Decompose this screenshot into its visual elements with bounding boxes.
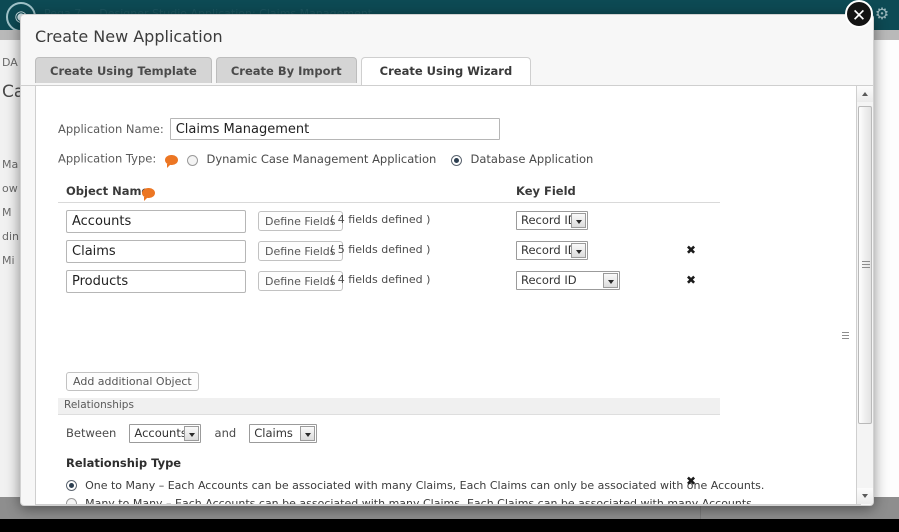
relationships-panel-title: Relationships bbox=[58, 398, 720, 415]
object-table-header: Object Name Key Field bbox=[58, 182, 720, 203]
scroll-up-arrow-icon[interactable] bbox=[857, 86, 873, 102]
object-row: Define Fields ( 4 fields defined ) Recor… bbox=[58, 210, 720, 236]
wizard-content-inner: Application Name: Application Type: Dyna… bbox=[36, 86, 849, 504]
chevron-down-icon bbox=[603, 273, 618, 288]
scroll-down-arrow-icon[interactable] bbox=[857, 488, 873, 504]
scroll-thumb[interactable] bbox=[858, 106, 872, 424]
application-name-input[interactable] bbox=[169, 118, 500, 140]
tab-bar: Create Using Template Create By Import C… bbox=[35, 57, 873, 85]
delete-object-button-products[interactable]: ✖ bbox=[686, 273, 696, 287]
tab-create-by-import[interactable]: Create By Import bbox=[215, 57, 357, 83]
delete-object-button-claims[interactable]: ✖ bbox=[686, 243, 696, 257]
gear-icon[interactable]: ⚙ bbox=[873, 5, 891, 23]
relationship-right-object-value-1: Claims bbox=[254, 426, 293, 440]
object-row: Define Fields ( 5 fields defined ) Recor… bbox=[58, 240, 720, 266]
relationship-type-option: One to Many – Each Accounts can be assoc… bbox=[66, 474, 764, 492]
key-field-value-accounts: Record ID bbox=[521, 213, 577, 227]
object-row: Define Fields ( 4 fields defined ) Recor… bbox=[58, 270, 720, 296]
screen-bottom-letterbox bbox=[0, 519, 899, 532]
and-label: and bbox=[214, 425, 237, 440]
delete-relationship-button-1[interactable]: ✖ bbox=[686, 474, 696, 488]
chevron-down-icon bbox=[571, 243, 586, 258]
radio-label-many-to-many-1: Many to Many – Each Accounts can be asso… bbox=[85, 497, 756, 505]
key-field-select-accounts[interactable]: Record ID bbox=[516, 211, 588, 230]
radio-one-to-many-1[interactable] bbox=[66, 480, 77, 491]
add-additional-object-button[interactable]: Add additional Object bbox=[66, 372, 199, 391]
radio-label-dynamic-case-management: Dynamic Case Management Application bbox=[206, 151, 437, 166]
object-name-input-accounts[interactable] bbox=[66, 210, 246, 233]
tab-create-using-wizard[interactable]: Create Using Wizard bbox=[360, 57, 532, 85]
radio-label-database-application: Database Application bbox=[470, 151, 594, 166]
create-new-application-dialog: Create New Application Create Using Temp… bbox=[20, 14, 874, 506]
between-label: Between bbox=[66, 425, 117, 440]
relationship-type-block-1: Relationship Type One to Many – Each Acc… bbox=[66, 456, 764, 504]
relationships-panel-title-text: Relationships bbox=[64, 399, 134, 411]
radio-database-application[interactable] bbox=[451, 155, 463, 166]
key-field-select-claims[interactable]: Record ID bbox=[516, 241, 588, 260]
chevron-down-icon bbox=[300, 426, 316, 441]
key-field-value-claims: Record ID bbox=[521, 243, 577, 257]
object-name-input-products[interactable] bbox=[66, 270, 246, 293]
close-icon[interactable]: ✕ bbox=[845, 0, 873, 28]
relationship-type-label-1: Relationship Type bbox=[66, 456, 182, 470]
help-bubble-icon[interactable] bbox=[142, 188, 155, 201]
relationship-left-object-select-1[interactable]: Accounts bbox=[129, 422, 202, 443]
application-type-label: Application Type: bbox=[58, 151, 157, 166]
radio-label-one-to-many-1: One to Many – Each Accounts can be assoc… bbox=[85, 479, 765, 492]
tab-underline bbox=[21, 85, 873, 86]
radio-many-to-many-1[interactable] bbox=[66, 498, 77, 504]
column-header-key-field: Key Field bbox=[516, 184, 576, 198]
relationship-left-object-value-1: Accounts bbox=[134, 426, 187, 440]
fields-defined-note-claims: ( 5 fields defined ) bbox=[330, 243, 431, 256]
application-name-label: Application Name: bbox=[58, 122, 164, 136]
relationship-between-row-1: Between Accounts and Claims bbox=[66, 422, 325, 443]
chevron-down-icon bbox=[571, 213, 586, 228]
fields-defined-note-accounts: ( 4 fields defined ) bbox=[330, 213, 431, 226]
fields-defined-note-products: ( 4 fields defined ) bbox=[330, 273, 431, 286]
object-name-input-claims[interactable] bbox=[66, 240, 246, 263]
wizard-content-panel: Application Name: Application Type: Dyna… bbox=[35, 86, 861, 505]
column-header-object-name: Object Name bbox=[66, 184, 150, 198]
inner-scroll-grip-icon bbox=[842, 330, 849, 341]
chevron-down-icon bbox=[184, 426, 200, 441]
relationship-type-option: Many to Many – Each Accounts can be asso… bbox=[66, 492, 755, 504]
page-title: Create New Application bbox=[35, 27, 223, 46]
key-field-value-products: Record ID bbox=[521, 273, 577, 287]
application-type-row: Application Type: Dynamic Case Managemen… bbox=[58, 148, 603, 168]
tab-create-using-template[interactable]: Create Using Template bbox=[35, 57, 212, 83]
radio-dynamic-case-management[interactable] bbox=[187, 155, 199, 166]
application-name-row: Application Name: bbox=[58, 118, 500, 140]
help-bubble-icon[interactable] bbox=[165, 154, 179, 168]
vertical-scrollbar[interactable] bbox=[856, 86, 873, 504]
relationship-right-object-select-1[interactable]: Claims bbox=[249, 422, 318, 443]
key-field-select-products[interactable]: Record ID bbox=[516, 271, 620, 290]
